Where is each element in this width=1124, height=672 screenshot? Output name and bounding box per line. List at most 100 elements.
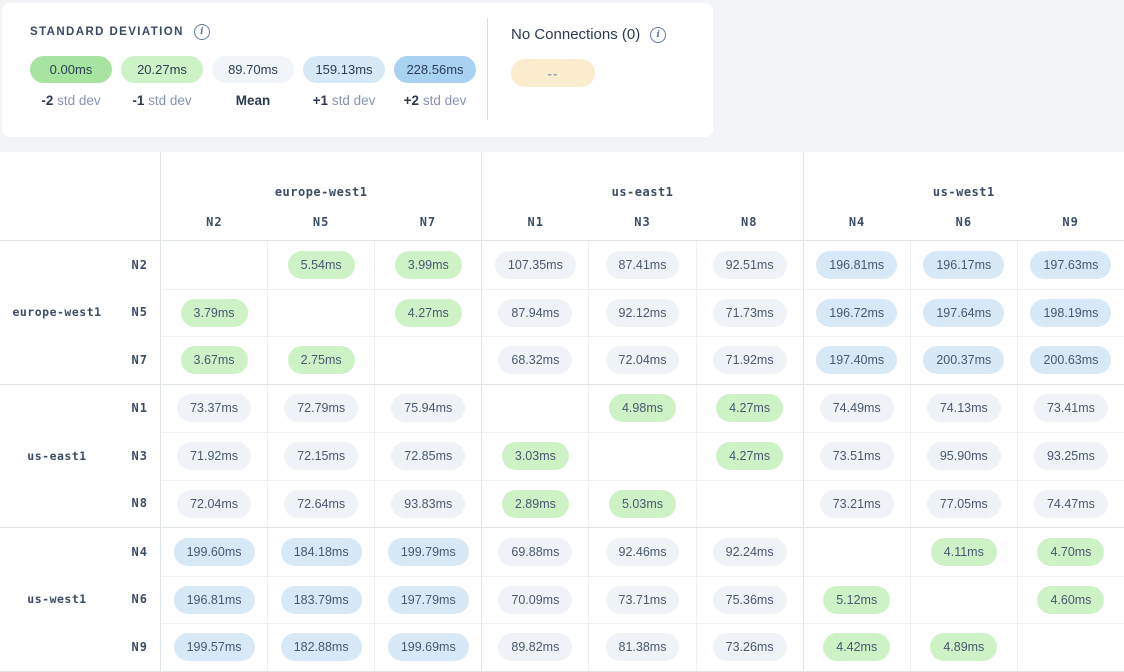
latency-pill[interactable]: 93.83ms bbox=[391, 490, 465, 518]
std-deviation-title: STANDARD DEVIATION bbox=[30, 26, 184, 38]
column-group-header: europe-west1N2N5N7 bbox=[160, 152, 481, 240]
latency-pill[interactable]: 199.79ms bbox=[388, 538, 469, 566]
latency-pill[interactable]: 72.04ms bbox=[606, 346, 680, 374]
latency-pill[interactable]: 87.41ms bbox=[606, 251, 680, 279]
latency-cell: 200.63ms bbox=[1017, 336, 1124, 384]
info-icon[interactable]: i bbox=[650, 27, 666, 43]
latency-pill[interactable]: 73.26ms bbox=[713, 633, 787, 661]
latency-pill[interactable]: 73.37ms bbox=[177, 394, 251, 422]
latency-pill[interactable]: 197.79ms bbox=[388, 586, 469, 614]
latency-pill[interactable]: 196.17ms bbox=[923, 251, 1004, 279]
info-icon[interactable]: i bbox=[194, 24, 210, 40]
latency-pill[interactable]: 87.94ms bbox=[498, 299, 572, 327]
latency-cell: 5.03ms bbox=[588, 480, 695, 528]
latency-pill[interactable]: 69.88ms bbox=[498, 538, 572, 566]
latency-cell: 75.36ms bbox=[696, 576, 803, 624]
latency-pill[interactable]: 72.79ms bbox=[284, 394, 358, 422]
latency-pill[interactable]: 196.72ms bbox=[816, 299, 897, 327]
latency-pill[interactable]: 95.90ms bbox=[927, 442, 1001, 470]
row-node-label: N6 bbox=[114, 576, 160, 624]
latency-pill[interactable]: 3.67ms bbox=[181, 346, 248, 374]
latency-cell: 87.41ms bbox=[588, 241, 695, 289]
latency-pill[interactable]: 72.85ms bbox=[391, 442, 465, 470]
latency-cell: 92.51ms bbox=[696, 241, 803, 289]
latency-cell: 74.49ms bbox=[803, 385, 910, 433]
legend-label-plus1: +1 std dev bbox=[303, 93, 385, 108]
latency-pill[interactable]: 74.47ms bbox=[1034, 490, 1108, 518]
latency-pill[interactable]: 75.94ms bbox=[391, 394, 465, 422]
latency-pill[interactable]: 75.36ms bbox=[713, 586, 787, 614]
latency-cell-self bbox=[803, 528, 910, 576]
latency-pill[interactable]: 198.19ms bbox=[1030, 299, 1111, 327]
latency-pill[interactable]: 3.03ms bbox=[502, 442, 569, 470]
latency-pill[interactable]: 73.41ms bbox=[1034, 394, 1108, 422]
latency-cell: 196.17ms bbox=[910, 241, 1017, 289]
latency-pill[interactable]: 68.32ms bbox=[498, 346, 572, 374]
latency-pill[interactable]: 3.79ms bbox=[181, 299, 248, 327]
latency-pill[interactable]: 2.75ms bbox=[288, 346, 355, 374]
latency-pill[interactable]: 182.88ms bbox=[281, 633, 362, 661]
latency-pill[interactable]: 4.89ms bbox=[930, 633, 997, 661]
latency-pill[interactable]: 4.70ms bbox=[1037, 538, 1104, 566]
latency-pill[interactable]: 4.27ms bbox=[716, 394, 783, 422]
latency-pill[interactable]: 183.79ms bbox=[281, 586, 362, 614]
latency-pill[interactable]: 4.60ms bbox=[1037, 586, 1104, 614]
latency-pill[interactable]: 197.64ms bbox=[923, 299, 1004, 327]
latency-pill[interactable]: 5.12ms bbox=[823, 586, 890, 614]
latency-pill[interactable]: 197.63ms bbox=[1030, 251, 1111, 279]
latency-pill[interactable]: 89.82ms bbox=[498, 633, 572, 661]
latency-pill[interactable]: 196.81ms bbox=[174, 586, 255, 614]
matrix-corner-cell bbox=[0, 152, 160, 240]
latency-pill[interactable]: 74.49ms bbox=[820, 394, 894, 422]
legend-label-number: +1 bbox=[313, 93, 328, 108]
latency-pill[interactable]: 73.71ms bbox=[606, 586, 680, 614]
latency-pill[interactable]: 199.69ms bbox=[388, 633, 469, 661]
latency-pill[interactable]: 92.12ms bbox=[606, 299, 680, 327]
latency-pill[interactable]: 72.04ms bbox=[177, 490, 251, 518]
latency-pill[interactable]: 184.18ms bbox=[281, 538, 362, 566]
latency-pill[interactable]: 92.51ms bbox=[713, 251, 787, 279]
latency-pill[interactable]: 199.60ms bbox=[174, 538, 255, 566]
column-region-label: us-west1 bbox=[804, 185, 1124, 199]
latency-pill[interactable]: 4.27ms bbox=[395, 299, 462, 327]
latency-pill[interactable]: 197.40ms bbox=[816, 346, 897, 374]
latency-pill[interactable]: 4.98ms bbox=[609, 394, 676, 422]
latency-pill[interactable]: 196.81ms bbox=[816, 251, 897, 279]
latency-pill[interactable]: 200.63ms bbox=[1030, 346, 1111, 374]
latency-cell: 3.79ms bbox=[160, 289, 267, 337]
legend-pill-minus1: 20.27ms bbox=[121, 56, 203, 83]
latency-pill[interactable]: 199.57ms bbox=[174, 633, 255, 661]
latency-pill[interactable]: 70.09ms bbox=[498, 586, 572, 614]
latency-pill[interactable]: 74.13ms bbox=[927, 394, 1001, 422]
latency-pill[interactable]: 4.42ms bbox=[823, 633, 890, 661]
latency-pill[interactable]: 71.92ms bbox=[177, 442, 251, 470]
latency-pill[interactable]: 73.51ms bbox=[820, 442, 894, 470]
latency-pill[interactable]: 81.38ms bbox=[606, 633, 680, 661]
legend-label-number: Mean bbox=[236, 93, 271, 108]
latency-pill[interactable]: 73.21ms bbox=[820, 490, 894, 518]
latency-pill[interactable]: 5.03ms bbox=[609, 490, 676, 518]
latency-cell: 71.92ms bbox=[160, 432, 267, 480]
latency-pill[interactable]: 77.05ms bbox=[927, 490, 1001, 518]
latency-pill[interactable]: 200.37ms bbox=[923, 346, 1004, 374]
latency-pill[interactable]: 4.11ms bbox=[931, 538, 997, 566]
legend-label-minus1: -1 std dev bbox=[121, 93, 203, 108]
latency-pill[interactable]: 71.92ms bbox=[713, 346, 787, 374]
latency-pill[interactable]: 92.24ms bbox=[713, 538, 787, 566]
latency-pill[interactable]: 92.46ms bbox=[606, 538, 680, 566]
column-group-header: us-west1N4N6N9 bbox=[803, 152, 1124, 240]
latency-cell: 72.04ms bbox=[160, 480, 267, 528]
latency-pill[interactable]: 3.99ms bbox=[395, 251, 462, 279]
latency-pill[interactable]: 71.73ms bbox=[713, 299, 787, 327]
latency-pill[interactable]: 72.64ms bbox=[284, 490, 358, 518]
row-region-label: europe-west1 bbox=[0, 241, 114, 384]
latency-pill[interactable]: 107.35ms bbox=[495, 251, 576, 279]
latency-pill[interactable]: 93.25ms bbox=[1034, 442, 1108, 470]
latency-pill[interactable]: 72.15ms bbox=[284, 442, 358, 470]
latency-pill[interactable]: 2.89ms bbox=[502, 490, 569, 518]
legend-pill-plus1: 159.13ms bbox=[303, 56, 385, 83]
row-node-label: N1 bbox=[114, 385, 160, 433]
latency-pill[interactable]: 5.54ms bbox=[288, 251, 355, 279]
column-node-label: N1 bbox=[482, 215, 589, 229]
latency-pill[interactable]: 4.27ms bbox=[716, 442, 783, 470]
